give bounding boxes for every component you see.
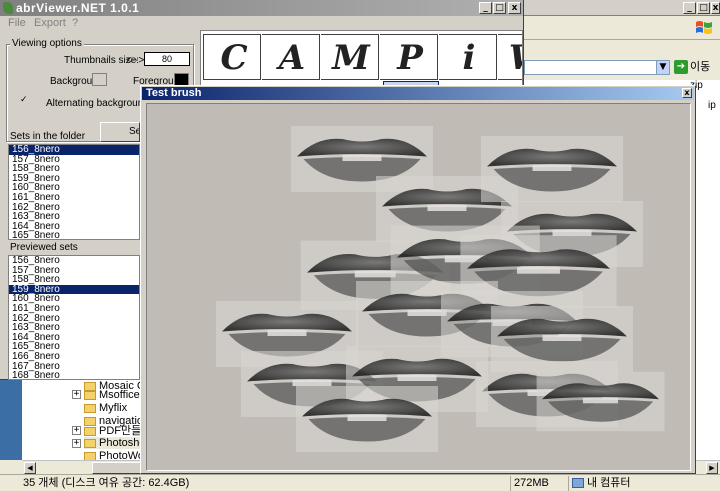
viewing-options-label: Viewing options	[10, 38, 84, 49]
brush-canvas[interactable]	[146, 103, 691, 471]
status-bar: 35 개체 (디스크 여유 공간: 62.4GB) 272MB 내 컴퓨터	[0, 474, 720, 491]
previewed-sets-label: Previewed sets	[10, 242, 78, 253]
folder-tree[interactable]: Mosaic C + Msoffice2 Myflix navigation +…	[22, 380, 142, 460]
brush-thumbnail[interactable]: C	[203, 34, 261, 80]
brush-thumbnail-strip[interactable]: CAMPiW	[200, 30, 523, 86]
status-object-count: 35 개체 (디스크 여유 공간: 62.4GB)	[23, 477, 190, 489]
tree-expander[interactable]: +	[72, 439, 81, 448]
explorer-minimize-button[interactable]: _	[683, 2, 696, 14]
abrviewer-titlebar: abrViewer.NET 1.0.1 _ □ x	[0, 0, 523, 16]
lips-stamp	[296, 386, 438, 452]
tree-item-label: Photosho	[99, 437, 142, 449]
list-item[interactable]: 168_8nero	[9, 371, 139, 379]
explorer-titlebar: _ □ x	[524, 0, 720, 16]
brush-thumbnail-glyph: C	[220, 38, 248, 78]
test-brush-window: Test brush x	[140, 85, 696, 474]
lips-brush-stamps	[216, 126, 665, 452]
thumbnail-size-arrows: <-->	[126, 55, 145, 66]
computer-icon	[572, 478, 584, 489]
address-dropdown-icon[interactable]: ▼	[656, 60, 670, 75]
brush-thumbnail[interactable]: W	[498, 34, 522, 80]
menu-export[interactable]: Export	[34, 16, 66, 30]
list-item[interactable]: 165_8nero	[9, 231, 139, 239]
explorer-left-edge	[0, 380, 22, 460]
explorer-address-bar: ▼ ➔ 이동	[524, 58, 720, 78]
tree-item-label: PDF만들기	[99, 425, 142, 437]
brush-thumbnail[interactable]: i	[439, 34, 497, 80]
alternating-background-label: Alternating background	[46, 98, 149, 109]
brush-thumbnail-glyph: A	[278, 38, 306, 78]
tree-item-label: Msoffice2	[99, 389, 142, 401]
tree-item[interactable]: PDF만들기	[84, 425, 142, 437]
brush-thumbnail-glyph: M	[332, 38, 370, 78]
tree-item-label: Myflix	[99, 402, 128, 414]
explorer-maximize-button[interactable]: □	[697, 2, 710, 14]
folder-icon	[84, 390, 96, 400]
tree-expander[interactable]: +	[72, 390, 81, 399]
menu-help[interactable]: ?	[72, 16, 78, 30]
status-location: 내 컴퓨터	[568, 476, 720, 491]
status-size: 272MB	[510, 476, 568, 491]
abrviewer-title: abrViewer.NET 1.0.1	[16, 1, 140, 15]
tree-item-label: PhotoWor	[99, 450, 142, 460]
scroll-right-icon[interactable]: ▶	[706, 462, 718, 474]
explorer-close-button[interactable]: x	[711, 2, 720, 14]
alternating-background-checkbox[interactable]: ✓	[20, 96, 30, 106]
test-brush-title: Test brush	[146, 87, 202, 99]
file-list-fragment: ip	[708, 100, 716, 111]
menu-file[interactable]: File	[8, 16, 26, 30]
tree-item[interactable]: Myflix	[84, 402, 127, 414]
explorer-toolbar	[524, 16, 720, 40]
thumbnail-size-input[interactable]: 80	[144, 52, 190, 66]
tree-item[interactable]: PhotoWor	[84, 450, 142, 460]
abrviewer-maximize-button[interactable]: □	[493, 2, 506, 14]
status-location-label: 내 컴퓨터	[587, 477, 631, 489]
sets-in-folder-label: Sets in the folder	[10, 131, 86, 142]
brush-thumbnail-glyph: i	[462, 38, 476, 78]
app-leaf-icon	[3, 2, 13, 14]
go-label: 이동	[690, 61, 711, 73]
tree-expander[interactable]: +	[72, 426, 81, 435]
brush-thumbnail[interactable]: A	[262, 34, 320, 80]
tree-item[interactable]: Photosho	[84, 437, 142, 449]
previewed-sets-list[interactable]: 156_8nero 157_8nero 158_8nero 159_8nero 160_…	[8, 255, 140, 380]
folder-icon	[84, 438, 96, 448]
brush-thumbnail-glyph: W	[508, 37, 522, 79]
go-button[interactable]: ➔ 이동	[674, 59, 720, 76]
test-brush-titlebar: Test brush x	[142, 87, 694, 100]
lips-stamp	[481, 136, 623, 202]
windows-logo-icon	[696, 21, 712, 34]
brush-thumbnail[interactable]: M	[321, 34, 379, 80]
scroll-left-icon[interactable]: ◀	[24, 462, 36, 474]
sets-in-folder-list[interactable]: 156_8nero 157_8nero 158_8nero 159_8nero 160_…	[8, 144, 140, 240]
menu-bar: File Export ?	[0, 16, 523, 30]
abrviewer-minimize-button[interactable]: _	[479, 2, 492, 14]
test-brush-close-button[interactable]: x	[682, 88, 692, 98]
address-input[interactable]	[524, 60, 656, 75]
go-arrow-icon: ➔	[674, 60, 688, 75]
folder-icon	[84, 403, 96, 413]
select-button[interactable]: Select	[100, 122, 140, 142]
lips-stamp	[536, 371, 665, 432]
abrviewer-close-button[interactable]: x	[508, 2, 521, 14]
folder-icon	[84, 451, 96, 460]
brush-thumbnail[interactable]: P	[380, 34, 438, 80]
brush-thumbnail-glyph: P	[397, 38, 423, 78]
background-color-swatch[interactable]	[92, 73, 107, 86]
tree-item[interactable]: Msoffice2	[84, 389, 142, 401]
folder-icon	[84, 426, 96, 436]
